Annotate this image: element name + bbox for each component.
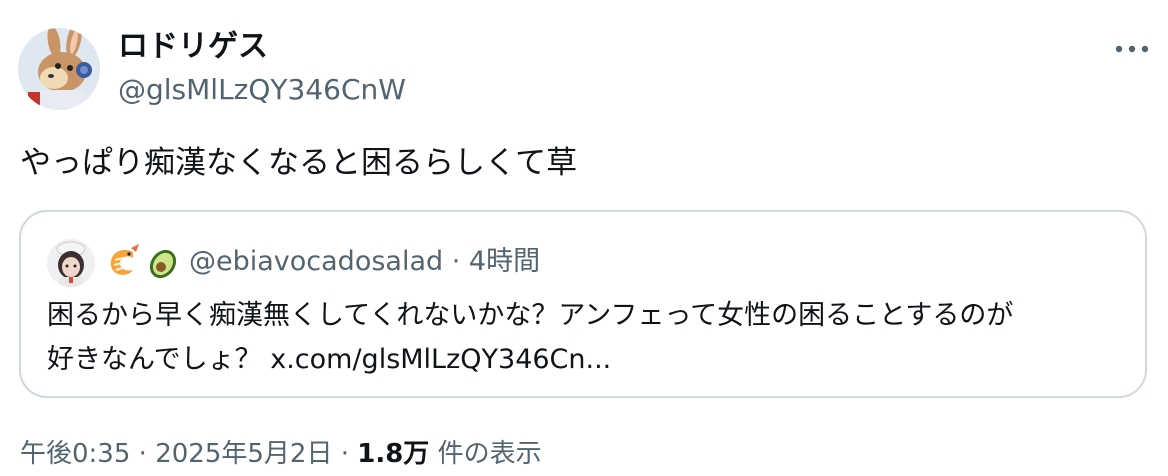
avocado-emoji-icon: [143, 242, 183, 282]
footer-separator: ·: [130, 439, 156, 469]
views-count[interactable]: 1.8万: [357, 439, 429, 469]
quoted-user-avatar-icon: [47, 239, 95, 287]
quoted-tweet[interactable]: @ebiavocadosalad · 4時間 困るから早く痴漢無くしてくれないか…: [19, 210, 1147, 398]
quoted-text-line: 困るから早く痴漢無くしてくれないかな？アンフェって女性の困ることするのが: [47, 300, 1014, 331]
author-handle[interactable]: @glsMlLzQY346CnW: [118, 72, 406, 108]
author-avatar[interactable]: [18, 28, 100, 110]
quoted-tweet-meta: @ebiavocadosalad · 4時間: [189, 244, 540, 280]
tweet-time[interactable]: 午後0:35: [20, 439, 130, 469]
author-display-name[interactable]: ロドリゲス: [118, 28, 268, 66]
quoted-tweet-time[interactable]: 4時間: [469, 246, 540, 277]
tweet-text: やっぱり痴漢なくなると困るらしくて草: [20, 145, 578, 181]
footer-separator: ·: [332, 439, 358, 469]
tweet-footer: 午後0:35 · 2025年5月2日 · 1.8万 件の表示: [20, 436, 542, 472]
quoted-tweet-link[interactable]: x.com/glsMlLzQY346Cn...: [270, 344, 611, 375]
cartoon-rabbit-avatar-icon: [18, 28, 100, 110]
tweet-date[interactable]: 2025年5月2日: [155, 439, 332, 469]
meta-separator: ·: [443, 246, 469, 277]
quoted-user-avatar[interactable]: [47, 239, 95, 287]
quoted-user-handle[interactable]: @ebiavocadosalad: [189, 246, 443, 277]
quoted-tweet-text: 困るから早く痴漢無くしてくれないかな？アンフェって女性の困ることするのが 好きな…: [47, 294, 1137, 382]
shrimp-emoji-icon: [103, 242, 143, 282]
views-label: 件の表示: [429, 439, 542, 469]
tweet-card: ロドリゲス @glsMlLzQY346CnW やっぱり痴漢なくなると困るらしくて…: [0, 0, 1168, 476]
quoted-text-line: 好きなんでしょ？ x.com/glsMlLzQY346Cn...: [47, 338, 1137, 382]
quoted-text-prefix: 好きなんでしょ？: [47, 344, 271, 375]
more-options-button[interactable]: [1110, 34, 1154, 64]
more-options-icon: [1115, 45, 1149, 53]
